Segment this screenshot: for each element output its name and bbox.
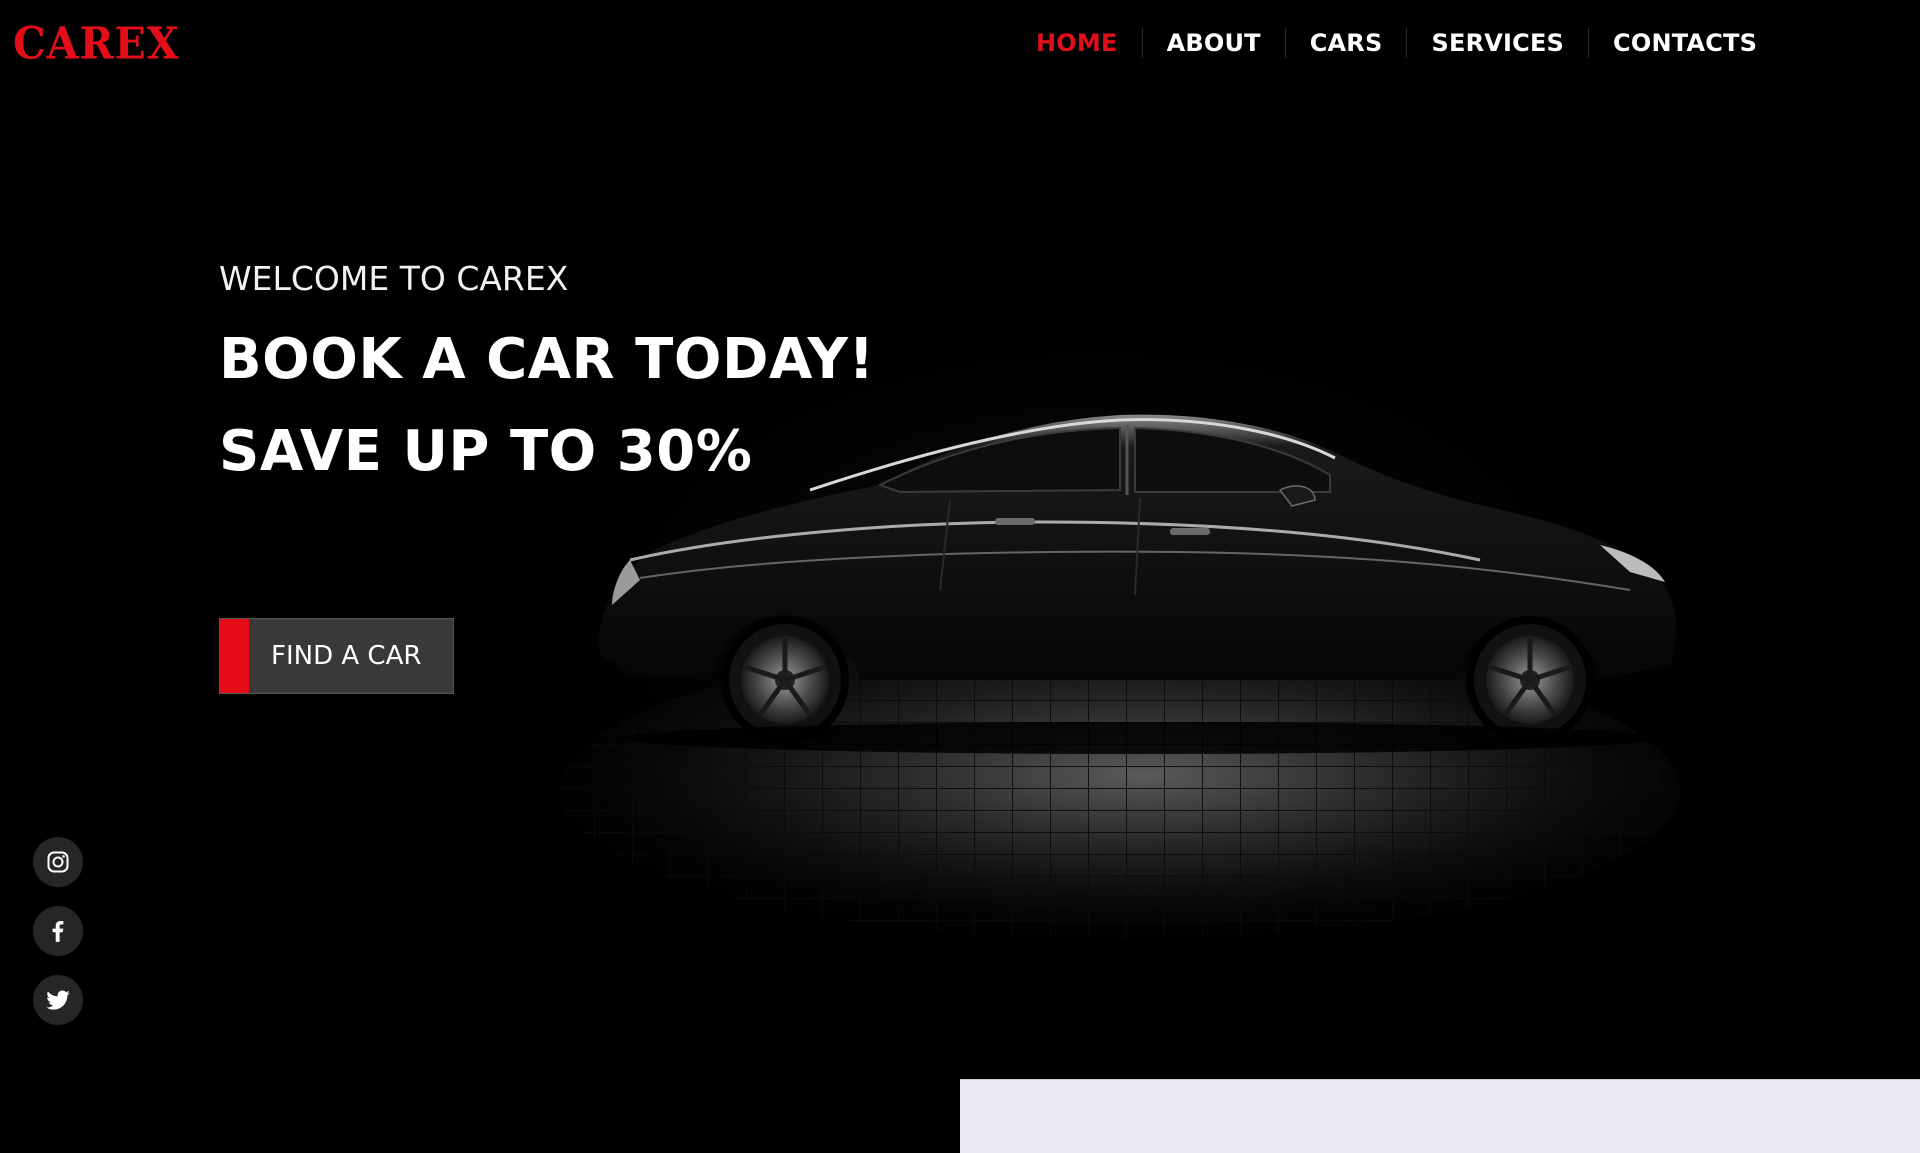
hero-welcome-text: WELCOME TO CAREX: [219, 259, 569, 298]
nav-services[interactable]: SERVICES: [1407, 26, 1588, 60]
hero-subheadline: SAVE UP TO 30%: [219, 419, 753, 484]
nav-cars[interactable]: CARS: [1286, 26, 1407, 60]
find-a-car-button[interactable]: FIND A CAR: [219, 618, 454, 694]
facebook-link[interactable]: [33, 906, 83, 956]
hero-headline: BOOK A CAR TODAY!: [219, 327, 875, 392]
page: CAREX HOME ABOUT CARS SERVICES CONTACTS: [0, 0, 1920, 1153]
next-section-panel: [960, 1079, 1920, 1153]
nav-about[interactable]: ABOUT: [1143, 26, 1285, 60]
nav-home[interactable]: HOME: [1012, 26, 1142, 60]
button-label: FIND A CAR: [271, 641, 422, 671]
twitter-icon: [46, 990, 70, 1010]
main-nav: HOME ABOUT CARS SERVICES CONTACTS: [1012, 26, 1781, 60]
nav-contacts[interactable]: CONTACTS: [1589, 26, 1781, 60]
twitter-link[interactable]: [33, 975, 83, 1025]
brand-logo[interactable]: CAREX: [13, 21, 180, 66]
instagram-link[interactable]: [33, 837, 83, 887]
facebook-icon: [52, 921, 64, 942]
instagram-icon: [47, 851, 69, 873]
button-accent-bar: [220, 619, 249, 693]
